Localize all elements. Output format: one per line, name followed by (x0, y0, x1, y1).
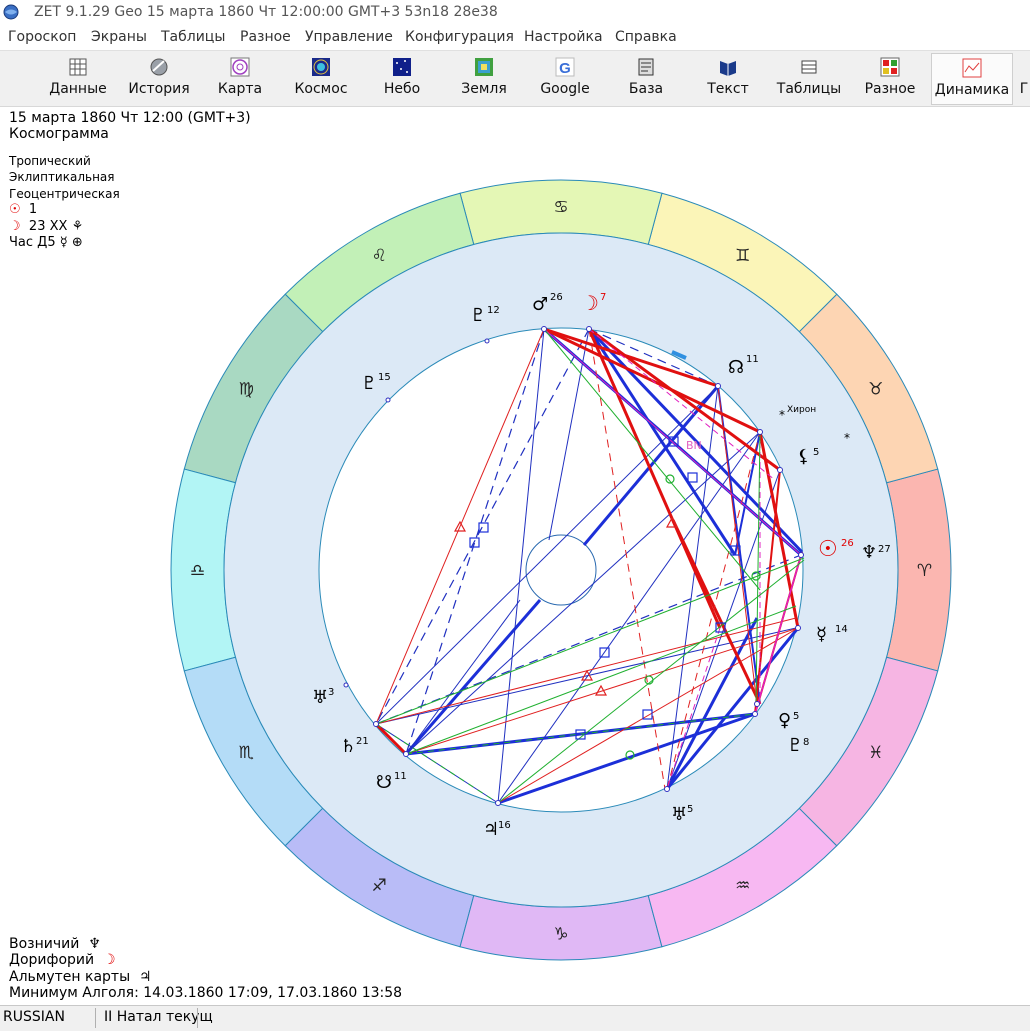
planet-point (757, 429, 763, 435)
planet-point (343, 682, 349, 688)
svg-text:7: 7 (600, 292, 606, 303)
taurus-sign-icon: ♉ (868, 379, 883, 399)
planet-point (795, 625, 801, 631)
planet-point (495, 800, 501, 806)
svg-text:♅: ♅ (671, 804, 687, 825)
svg-text:16: 16 (498, 820, 511, 831)
sagittarius-sign-icon: ♐ (372, 876, 387, 896)
cosmogram-wheel[interactable]: ♈ ♉ ♊ ♋ ♌ ♍ ♎ ♏ ♐ ♑ ♒ ♓ BN ☉ 26 ♆ 27 ☿ 14 ♀ 5 ♇ 8 ♅… (0, 0, 1030, 1030)
planet-point (754, 701, 760, 707)
svg-text:☽: ☽ (581, 291, 599, 315)
pisces-sign-icon: ♓ (868, 743, 883, 763)
gemini-sign-icon: ♊ (735, 246, 750, 266)
chiron-label: Хирон (787, 405, 816, 415)
svg-text:5: 5 (793, 711, 799, 722)
libra-sign-icon: ♎ (190, 561, 205, 581)
leo-sign-icon: ♌ (372, 246, 387, 266)
planet-point (777, 467, 783, 473)
aspect-label: BN (686, 439, 702, 452)
svg-text:12: 12 (487, 305, 500, 316)
svg-text:♆: ♆ (861, 542, 877, 563)
svg-text:3: 3 (328, 687, 334, 698)
virgo-sign-icon: ♍ (239, 379, 254, 399)
star-icon: * (844, 431, 850, 445)
planet-point (403, 751, 409, 757)
svg-text:☊: ☊ (728, 357, 744, 378)
planet-point (484, 338, 490, 344)
scorpio-sign-icon: ♏ (239, 743, 254, 763)
svg-text:♃: ♃ (483, 819, 499, 840)
svg-text:5: 5 (813, 447, 819, 458)
svg-text:26: 26 (841, 538, 854, 549)
cancer-sign-icon: ♋ (553, 198, 568, 218)
chiron-star-icon: * (779, 408, 785, 422)
capricorn-sign-icon: ♑ (553, 925, 568, 945)
svg-text:♀: ♀ (778, 710, 791, 731)
planet-point (752, 711, 758, 717)
svg-text:♂: ♂ (532, 294, 548, 315)
svg-text:5: 5 (687, 804, 693, 815)
svg-text:11: 11 (394, 771, 407, 782)
svg-text:27: 27 (878, 544, 891, 555)
svg-text:♇: ♇ (470, 305, 486, 326)
planet-point (373, 721, 379, 727)
svg-text:⚸: ⚸ (797, 446, 810, 467)
aries-sign-icon: ♈ (917, 561, 932, 581)
planet-point (586, 326, 592, 332)
svg-text:14: 14 (835, 624, 848, 635)
svg-text:♄: ♄ (340, 736, 356, 757)
svg-text:21: 21 (356, 736, 369, 747)
svg-text:☉: ☉ (818, 537, 838, 562)
svg-text:☋: ☋ (376, 772, 392, 793)
svg-text:☿: ☿ (816, 624, 827, 645)
svg-text:♇: ♇ (787, 735, 803, 756)
planet-point (798, 552, 804, 558)
svg-text:26: 26 (550, 292, 563, 303)
svg-text:♇: ♇ (361, 373, 377, 394)
svg-text:11: 11 (746, 354, 759, 365)
planet-point (541, 326, 547, 332)
svg-text:♅: ♅ (312, 687, 328, 708)
planet-point (715, 383, 721, 389)
svg-text:15: 15 (378, 372, 391, 383)
aquarius-sign-icon: ♒ (735, 876, 750, 896)
planet-point (664, 786, 670, 792)
svg-text:8: 8 (803, 737, 809, 748)
planet-point (385, 397, 391, 403)
